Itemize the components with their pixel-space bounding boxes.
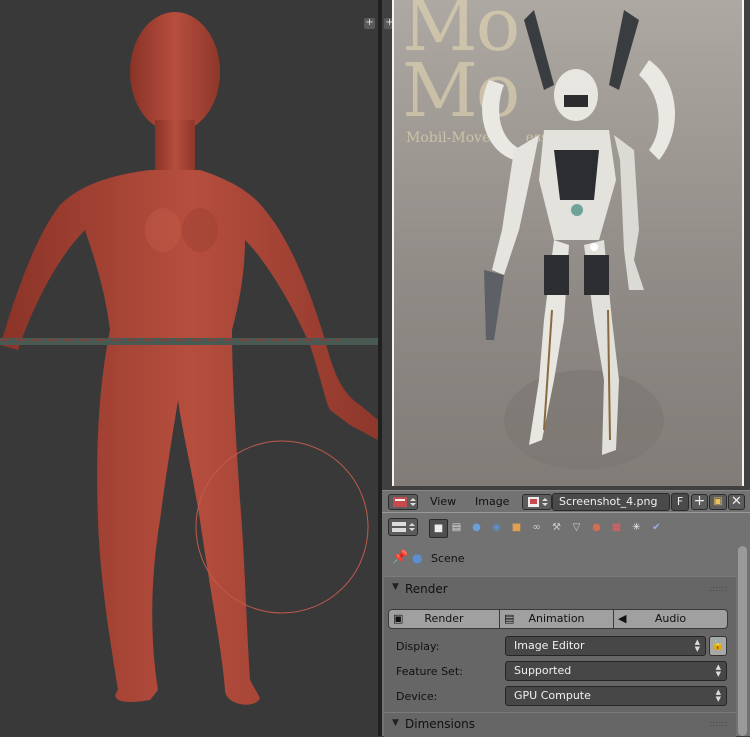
lock-interface-toggle[interactable]: 🔓 [709,636,727,656]
3d-viewport[interactable]: + [0,0,378,736]
scene-context-icon: ● [412,551,423,565]
object-icon: ■ [511,522,522,533]
render-layers-icon: ▤ [451,522,462,533]
particles-icon: ✳ [632,522,641,533]
reference-image: Mo Mo Mobil-Movemess [392,0,744,486]
animation-button[interactable]: ▤ Animation [499,609,614,629]
pin-icon[interactable]: 📌 [392,550,408,565]
panel-drag-handle[interactable]: ∷∷∷ [710,720,728,729]
constraint-icon: ∞ [532,522,541,533]
open-image-button[interactable]: ▣ [709,494,727,510]
close-icon: ✕ [731,494,742,509]
model-body [0,170,378,705]
lock-icon: 🔓 [711,640,725,651]
unlink-image-button[interactable]: ✕ [728,494,745,510]
tab-render-layers[interactable]: ▤ [448,519,465,536]
scene-icon: ● [472,522,481,533]
properties-icon [392,522,415,532]
properties-scrollbar[interactable] [738,546,747,736]
model-head [130,12,220,132]
tab-object[interactable]: ■ [508,519,525,536]
wrench-icon: ⚒ [552,522,561,533]
tab-scene[interactable]: ● [468,519,485,536]
tab-data[interactable]: ▽ [568,519,585,536]
tab-particles[interactable]: ✳ [628,519,645,536]
menu-view[interactable]: View [430,495,456,508]
new-image-button[interactable]: + [691,494,708,510]
area-split-corner[interactable]: + [364,18,375,29]
updown-icon: ▲ ▼ [715,663,721,678]
tab-world[interactable]: ◉ [488,519,505,536]
plus-icon: + [693,493,706,509]
feature-set-label: Feature Set: [396,665,463,678]
texture-icon: ▦ [611,522,622,533]
editor-type-button[interactable] [388,494,418,510]
collapse-arrow-icon[interactable]: ▼ [392,718,399,728]
display-label: Display: [396,640,440,653]
menu-image[interactable]: Image [475,495,509,508]
device-select[interactable]: GPU Compute ▲ ▼ [505,686,727,706]
properties-editor-type-button[interactable] [388,518,418,536]
tab-render[interactable]: ■ [429,519,448,538]
render-button[interactable]: ▣ Render [388,609,500,629]
world-icon: ◉ [492,522,501,533]
dimensions-panel-title[interactable]: Dimensions [405,717,475,731]
render-buttons-row: ▣ Render ▤ Animation ◀ Audio [388,609,730,629]
display-select[interactable]: Image Editor ▲ ▼ [505,636,706,656]
feature-set-select[interactable]: Supported ▲ ▼ [505,661,727,681]
camera-icon: ■ [433,523,444,534]
properties-header: ■ ▤ ● ◉ ■ ∞ ⚒ ▽ ● ▦ ✳ ✔ [382,512,750,541]
speaker-icon: ◀ [618,612,627,625]
image-name-field[interactable]: Screenshot_4.png [552,493,670,511]
ground-line [0,338,378,345]
physics-icon: ✔ [652,522,661,533]
render-panel: ▼ Render ∷∷∷ ▣ Render ▤ Animation ◀ Audi… [384,576,736,717]
fake-user-toggle[interactable]: F [671,493,689,511]
panel-drag-handle[interactable]: ∷∷∷ [710,585,728,594]
dimensions-panel: ▼ Dimensions ∷∷∷ [384,712,736,737]
properties-body[interactable]: 📌 ● Scene ▼ Render ∷∷∷ ▣ Render ▤ Animat… [382,540,750,737]
folder-icon: ▣ [713,496,723,507]
render-camera-icon: ▣ [393,612,404,625]
tab-texture[interactable]: ▦ [608,519,625,536]
image-editor-area[interactable]: + Mo Mo Mobil-Movemess [382,0,750,490]
updown-icon: ▲ ▼ [694,638,700,653]
audio-button[interactable]: ◀ Audio [613,609,728,629]
updown-icon: ▲ ▼ [715,688,721,703]
image-editor-icon [393,497,416,507]
collapse-arrow-icon[interactable]: ▼ [392,582,399,592]
tab-modifiers[interactable]: ⚒ [548,519,565,536]
image-editor-header: View Image Screenshot_4.png F + ▣ ✕ [382,490,750,513]
image-browse-icon [528,497,548,507]
render-panel-title[interactable]: Render [405,582,448,596]
context-scene-label: Scene [431,552,465,565]
tab-physics[interactable]: ✔ [648,519,665,536]
mesh-data-icon: ▽ [572,522,581,533]
tab-constraints[interactable]: ∞ [528,519,545,536]
robot-figure [482,10,676,470]
clapper-icon: ▤ [504,612,515,625]
device-label: Device: [396,690,438,703]
material-icon: ● [592,522,601,533]
sculpt-model [0,12,378,705]
image-browse-button[interactable] [522,494,552,510]
tab-material[interactable]: ● [588,519,605,536]
